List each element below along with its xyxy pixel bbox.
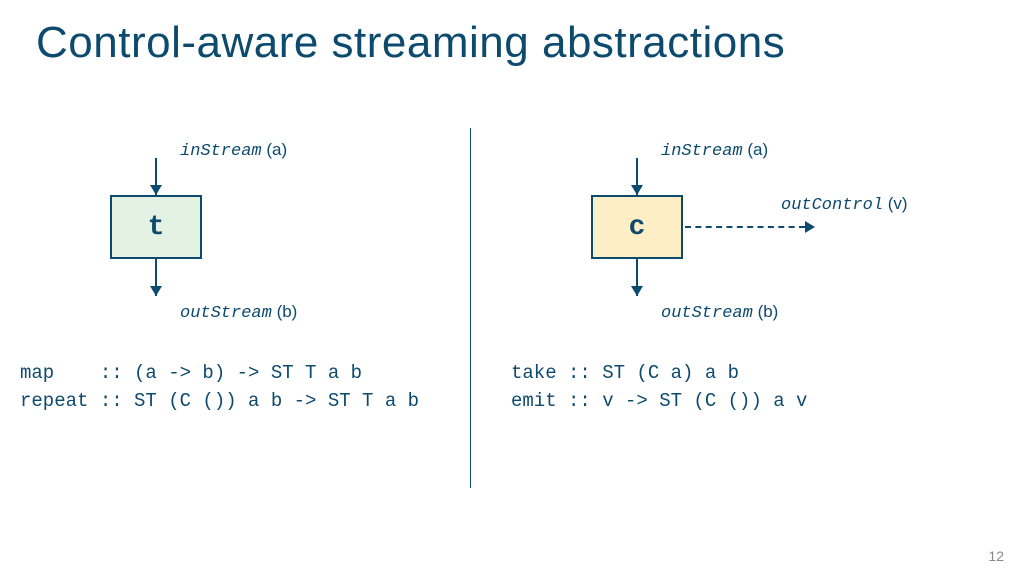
diagram-c: inStream (a) c outControl (v) outStream …	[581, 120, 994, 350]
box-t: t	[110, 195, 202, 259]
code-left: map :: (a -> b) -> ST T a b repeat :: ST…	[20, 360, 470, 415]
arrowhead-out-left	[150, 286, 162, 296]
in-stream-label-left: inStream (a)	[180, 140, 287, 161]
content-columns: inStream (a) t outStream (b) map :: (a -…	[30, 120, 994, 488]
left-column: inStream (a) t outStream (b) map :: (a -…	[30, 120, 470, 415]
out-stream-label-left: outStream (b)	[180, 302, 297, 323]
page-number: 12	[988, 548, 1004, 564]
arrowhead-in-right	[631, 185, 643, 195]
in-stream-label-right: inStream (a)	[661, 140, 768, 161]
dashed-arrow-control	[685, 226, 805, 228]
out-stream-label-right: outStream (b)	[661, 302, 778, 323]
arrowhead-out-right	[631, 286, 643, 296]
code-right: take :: ST (C a) a b emit :: v -> ST (C …	[511, 360, 994, 415]
box-c: c	[591, 195, 683, 259]
arrowhead-in-left	[150, 185, 162, 195]
right-column: inStream (a) c outControl (v) outStream …	[471, 120, 994, 415]
diagram-t: inStream (a) t outStream (b)	[100, 120, 470, 350]
slide-title: Control-aware streaming abstractions	[36, 18, 785, 68]
out-control-label: outControl (v)	[781, 194, 908, 215]
